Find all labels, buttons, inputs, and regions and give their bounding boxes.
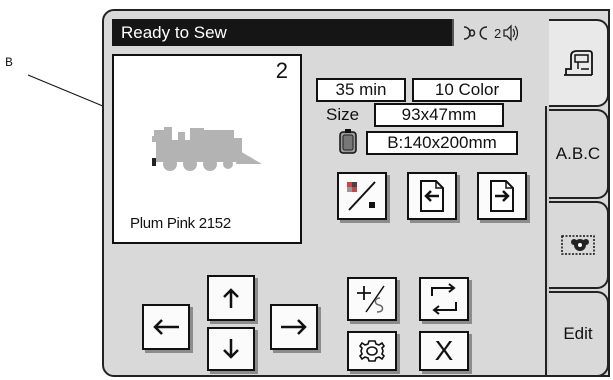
page-left-arrow-icon — [420, 180, 444, 212]
sewing-machine-lcd-panel: Ready to Sew 2 2 Plum Pink 2152 35 min 1… — [102, 9, 610, 377]
arrow-down-icon — [223, 339, 239, 359]
tab-abc[interactable]: A.B.C — [549, 109, 608, 199]
center-button[interactable] — [347, 277, 397, 321]
hoop-icon — [339, 129, 357, 154]
status-bar: Ready to Sew — [112, 19, 454, 46]
move-up-button[interactable] — [207, 275, 255, 321]
previous-pattern-button[interactable] — [407, 172, 457, 220]
pattern-number: 2 — [275, 58, 288, 83]
thread-spool-icon — [463, 26, 488, 40]
arrow-right-icon — [281, 319, 307, 335]
lcd-screen: Ready to Sew 2 2 Plum Pink 2152 35 min 1… — [112, 19, 549, 371]
locomotive-pattern-image — [152, 127, 262, 171]
next-pattern-button[interactable] — [477, 172, 527, 220]
cancel-button[interactable]: X — [419, 331, 469, 371]
hoop-size-display: B:140x200mm — [366, 131, 518, 155]
color-sort-button[interactable] — [337, 172, 387, 220]
size-label: Size — [326, 105, 360, 124]
center-cross-icon — [357, 285, 385, 313]
settings-button[interactable] — [347, 331, 397, 371]
color-sort-icon — [347, 181, 376, 211]
tab-embroidery-pattern[interactable] — [549, 201, 608, 289]
tab-edit[interactable]: Edit — [549, 291, 608, 375]
arrow-up-icon — [223, 288, 239, 308]
move-left-button[interactable] — [142, 304, 190, 350]
speaker-icon — [503, 24, 519, 42]
pattern-preview: 2 Plum Pink 2152 — [112, 54, 302, 244]
thread-indicator: 2 — [462, 21, 519, 45]
color-count-display: 10 Color — [412, 78, 522, 102]
thread-color-name: Plum Pink 2152 — [130, 215, 231, 232]
rotate-icon — [431, 283, 457, 315]
tab-edit-label: Edit — [563, 324, 593, 343]
move-right-button[interactable] — [270, 304, 318, 350]
page-right-arrow-icon — [490, 180, 514, 212]
tab-abc-label: A.B.C — [555, 144, 601, 163]
move-down-button[interactable] — [207, 327, 255, 371]
tab-sewing-machine[interactable] — [549, 19, 608, 107]
gear-icon — [358, 340, 386, 362]
thread-count: 2 — [494, 25, 502, 41]
sewing-machine-icon — [564, 50, 593, 76]
sewing-time-display: 35 min — [316, 78, 406, 102]
pattern-size-display: 93x47mm — [374, 103, 504, 127]
callout-label: B — [5, 55, 13, 70]
embroidery-pattern-icon — [561, 235, 595, 255]
rotate-button[interactable] — [419, 277, 469, 321]
arrow-left-icon — [153, 319, 179, 335]
